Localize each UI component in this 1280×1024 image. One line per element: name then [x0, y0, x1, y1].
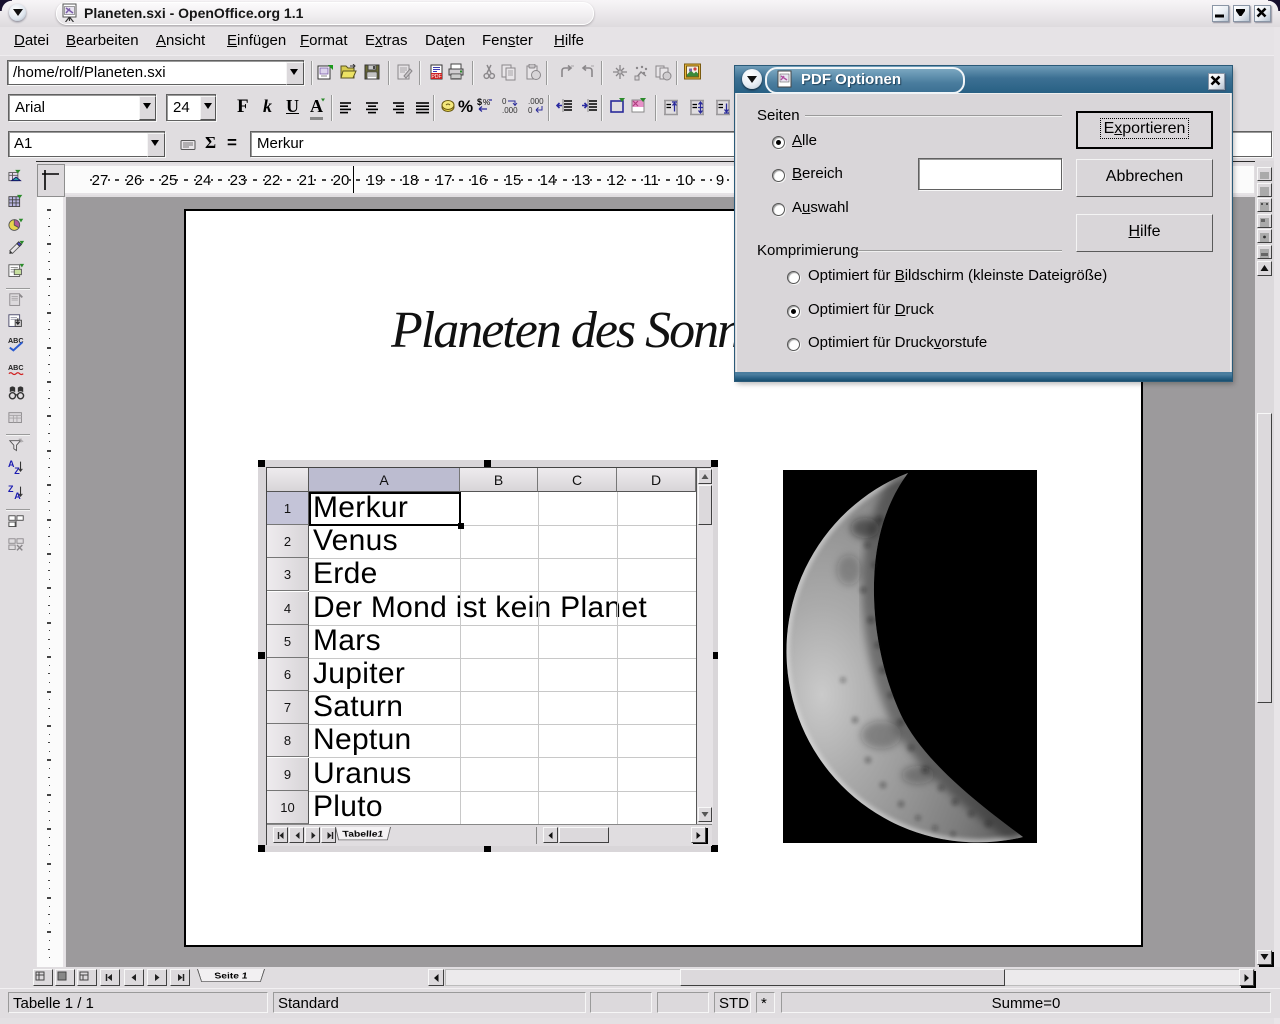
- svg-text:.000: .000: [528, 97, 544, 106]
- svg-text:PDF: PDF: [431, 74, 441, 80]
- svg-text:.000: .000: [502, 106, 518, 114]
- svg-text:0: 0: [528, 106, 533, 114]
- svg-text:Z: Z: [8, 484, 14, 494]
- svg-text:$: $: [477, 97, 482, 107]
- svg-text:0: 0: [502, 97, 507, 106]
- svg-text:ABC: ABC: [8, 364, 23, 372]
- svg-text:Z: Z: [14, 466, 20, 476]
- svg-text:%: %: [483, 98, 490, 107]
